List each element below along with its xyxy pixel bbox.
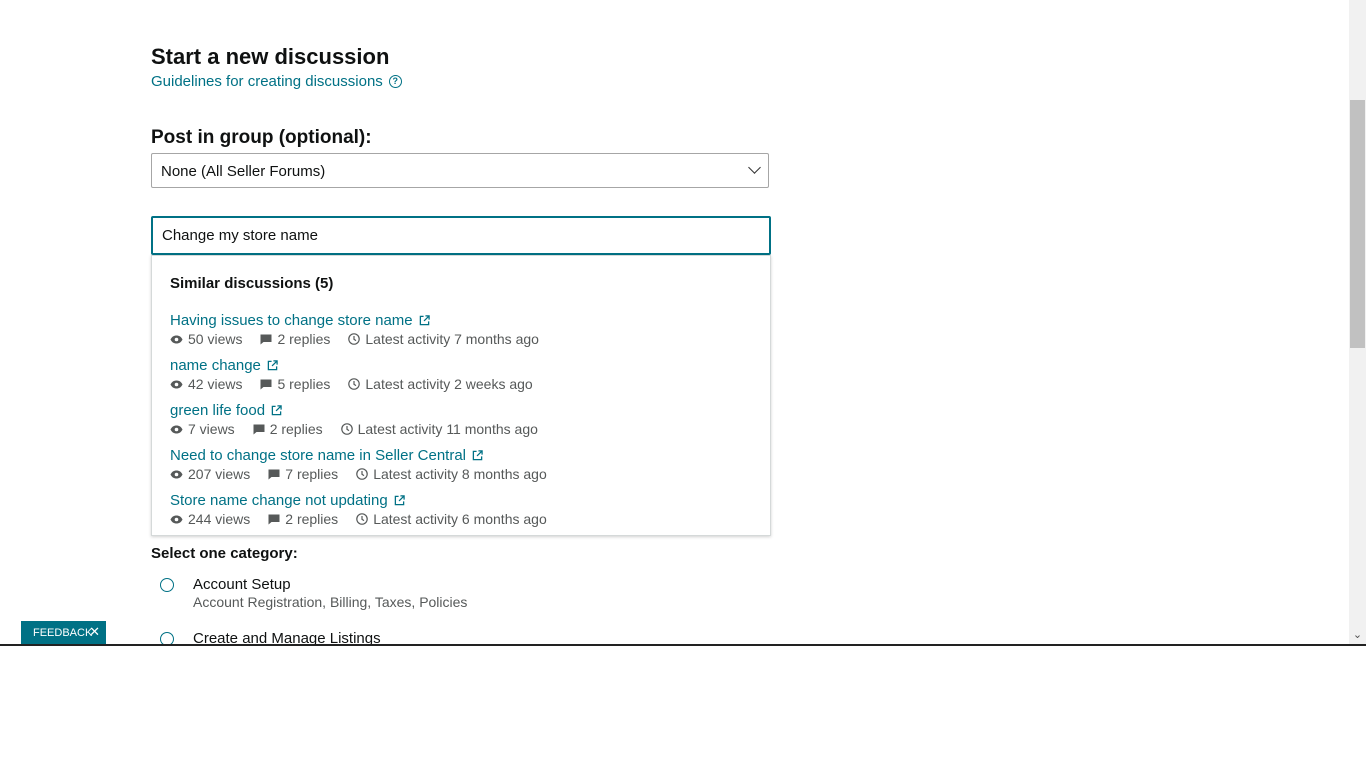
discussion-title: Need to change store name in Seller Cent… — [170, 446, 467, 464]
views-count: 7 views — [188, 421, 235, 437]
discussion-meta: 7 views 2 replies Latest activity 11 mon… — [170, 420, 556, 438]
list-item: Store name change not updating 244 views… — [170, 491, 565, 528]
eye-icon — [170, 335, 183, 343]
latest-activity: Latest activity 11 months ago — [357, 421, 538, 437]
comment-icon — [260, 334, 272, 344]
clock-icon — [356, 468, 368, 480]
guidelines-link[interactable]: Guidelines for creating discussions ? — [151, 73, 402, 90]
latest-activity: Latest activity 7 months ago — [365, 331, 539, 347]
group-select[interactable]: None (All Seller Forums) — [151, 153, 769, 188]
group-label: Post in group (optional): — [151, 127, 372, 148]
comment-icon — [253, 424, 265, 434]
views-count: 207 views — [188, 466, 251, 482]
discussion-link[interactable]: Need to change store name in Seller Cent… — [170, 446, 565, 464]
external-link-icon — [472, 449, 483, 460]
feedback-label: FEEDBACK — [33, 627, 93, 639]
latest-activity: Latest activity 6 months ago — [373, 511, 547, 527]
discussion-link[interactable]: Having issues to change store name — [170, 311, 557, 329]
discussion-title: Having issues to change store name — [170, 311, 413, 329]
discussion-meta: 42 views 5 replies Latest activity 2 wee… — [170, 375, 551, 393]
replies-count: 2 replies — [285, 511, 339, 527]
clock-icon — [340, 423, 353, 435]
discussion-title: name change — [170, 356, 261, 374]
comment-icon — [268, 514, 280, 524]
eye-icon — [170, 380, 183, 388]
views-count: 50 views — [188, 331, 243, 347]
discussion-title: green life food — [170, 401, 266, 419]
discussion-meta: 50 views 2 replies Latest activity 7 mon… — [170, 330, 557, 348]
views-count: 244 views — [188, 511, 251, 527]
vertical-scrollbar[interactable]: ⌃ ⌄ — [1349, 0, 1366, 645]
chevron-down-icon — [748, 161, 761, 174]
latest-activity: Latest activity 2 weeks ago — [365, 376, 533, 392]
replies-count: 2 replies — [269, 421, 323, 437]
scroll-down-arrow-icon[interactable]: ⌄ — [1349, 628, 1366, 642]
discussion-link[interactable]: name change — [170, 356, 551, 374]
list-item: name change 42 views 5 replies Latest ac… — [170, 356, 551, 393]
eye-icon — [170, 425, 183, 433]
scroll-thumb[interactable] — [1350, 100, 1365, 348]
discussion-meta: 207 views 7 replies Latest activity 8 mo… — [170, 465, 565, 483]
category-description-account-setup: Account Registration, Billing, Taxes, Po… — [193, 594, 468, 610]
replies-count: 7 replies — [285, 466, 339, 482]
eye-icon — [170, 470, 183, 478]
category-label: Select one category: — [151, 545, 298, 562]
external-link-icon — [271, 404, 282, 415]
list-item: Having issues to change store name 50 vi… — [170, 311, 557, 348]
discussion-meta: 244 views 2 replies Latest activity 6 mo… — [170, 510, 565, 528]
eye-icon — [170, 515, 183, 523]
list-item: green life food 7 views 2 replies Latest… — [170, 401, 556, 438]
feedback-button[interactable]: FEEDBACK ✕ — [21, 621, 106, 645]
comment-icon — [260, 379, 272, 389]
external-link-icon — [419, 314, 430, 325]
category-title-account-setup: Account Setup — [193, 576, 291, 593]
help-icon: ? — [388, 75, 402, 88]
clock-icon — [348, 378, 361, 390]
replies-count: 5 replies — [277, 376, 331, 392]
scroll-up-arrow-icon[interactable]: ⌃ — [1349, 0, 1366, 8]
discussion-title: Store name change not updating — [170, 491, 388, 509]
discussion-title-input[interactable] — [151, 216, 771, 255]
external-link-icon — [394, 494, 405, 505]
replies-count: 2 replies — [277, 331, 331, 347]
list-item: Need to change store name in Seller Cent… — [170, 446, 565, 483]
category-radio-account-setup[interactable] — [160, 578, 174, 592]
page-viewport: Start a new discussion Guidelines for cr… — [0, 0, 1366, 645]
external-link-icon — [267, 359, 278, 370]
close-icon[interactable]: ✕ — [89, 624, 100, 640]
page-title: Start a new discussion — [151, 44, 390, 69]
discussion-link[interactable]: Store name change not updating — [170, 491, 565, 509]
group-select-value: None (All Seller Forums) — [161, 163, 326, 180]
comment-icon — [268, 469, 280, 479]
similar-discussions-header: Similar discussions (5) — [170, 275, 334, 292]
clock-icon — [348, 333, 361, 345]
divider — [0, 644, 1366, 646]
clock-icon — [356, 513, 368, 525]
views-count: 42 views — [188, 376, 243, 392]
similar-discussions-dropdown: Similar discussions (5) Having issues to… — [151, 255, 771, 536]
guidelines-link-label: Guidelines for creating discussions — [151, 73, 383, 90]
discussion-link[interactable]: green life food — [170, 401, 556, 419]
category-title-create-manage-listings: Create and Manage Listings — [193, 630, 381, 645]
latest-activity: Latest activity 8 months ago — [373, 466, 547, 482]
